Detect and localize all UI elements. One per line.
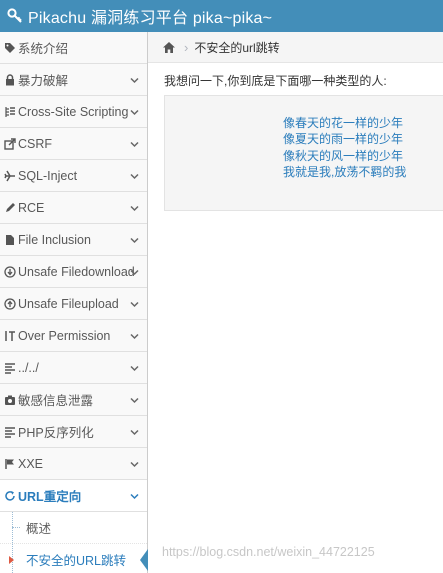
sidebar-item-file-inclusion[interactable]: File Inclusion	[0, 224, 147, 256]
plane-icon	[3, 169, 16, 182]
sidebar-item-unsafe-filedownload[interactable]: Unsafe Filedownload	[0, 256, 147, 288]
sidebar-item-label: Cross-Site Scripting	[18, 104, 129, 119]
submenu-item-unsafe-url-redirect[interactable]: 不安全的URL跳转	[0, 544, 148, 573]
sidebar-item-url-redirect[interactable]: URL重定向	[0, 480, 147, 512]
answer-link[interactable]: 像夏天的雨一样的少年	[283, 131, 443, 147]
camera-icon	[3, 393, 16, 406]
question-text: 我想问一下,你到底是下面哪一种类型的人:	[164, 74, 387, 88]
align-left-icon	[3, 425, 16, 438]
list-tree-icon	[3, 105, 16, 118]
sidebar-item-label: XXE	[18, 456, 44, 471]
sidebar-item-info-leak[interactable]: 敏感信息泄露	[0, 384, 147, 416]
answer-box: 像春天的花一样的少年 像夏天的雨一样的少年 像秋天的风一样的少年 我就是我,放荡…	[164, 95, 443, 211]
caret-right-icon	[9, 556, 14, 564]
chevron-down-icon	[130, 173, 139, 179]
flag-icon	[3, 457, 16, 470]
sidebar-item-php-unserialize[interactable]: PHP反序列化	[0, 416, 147, 448]
align-left-icon	[3, 361, 16, 374]
chevron-down-icon	[130, 109, 139, 115]
sidebar-item-label: RCE	[18, 200, 45, 215]
answer-link[interactable]: 像秋天的风一样的少年	[283, 148, 443, 164]
chevron-down-icon	[130, 77, 139, 83]
sidebar-item-csrf[interactable]: CSRF	[0, 128, 147, 160]
sidebar-item-over-permission[interactable]: Over Permission	[0, 320, 147, 352]
chevron-down-icon	[130, 301, 139, 307]
watermark: https://blog.csdn.net/weixin_44722125	[162, 545, 375, 559]
active-pointer-icon	[140, 549, 148, 571]
chevron-down-icon	[130, 269, 139, 275]
upload-icon	[3, 297, 16, 310]
sidebar-item-label: URL重定向	[18, 490, 82, 504]
submenu-item-label: 概述	[26, 522, 52, 536]
answer-link[interactable]: 像春天的花一样的少年	[283, 115, 443, 131]
sidebar-item-label: Over Permission	[18, 328, 111, 343]
file-icon	[3, 233, 16, 246]
chevron-down-icon	[130, 365, 139, 371]
download-icon	[3, 265, 16, 278]
chevron-down-icon	[130, 141, 139, 147]
sidebar-item-xss[interactable]: Cross-Site Scripting	[0, 96, 147, 128]
submenu-item-overview[interactable]: 概述	[0, 512, 147, 544]
sidebar-item-label: PHP反序列化	[18, 426, 94, 440]
sidebar-item-bruteforce[interactable]: 暴力破解	[0, 64, 147, 96]
sidebar-item-label: 系统介绍	[18, 42, 69, 56]
sidebar-item-dir-traversal[interactable]: ../../	[0, 352, 147, 384]
url-redirect-submenu: 概述 不安全的URL跳转	[0, 512, 148, 573]
chevron-right-icon: ›	[184, 39, 189, 55]
text-cursor-icon	[3, 329, 16, 342]
sidebar-item-label: Unsafe Filedownload	[18, 264, 135, 279]
chevron-down-icon	[130, 461, 139, 467]
key-icon	[6, 7, 24, 25]
chevron-down-icon	[130, 493, 139, 499]
main-content: 我想问一下,你到底是下面哪一种类型的人: 像春天的花一样的少年 像夏天的雨一样的…	[164, 72, 443, 211]
tree-line	[12, 527, 20, 528]
pencil-icon	[3, 201, 16, 214]
home-icon[interactable]	[162, 41, 176, 54]
sidebar-item-label: ../../	[18, 360, 39, 375]
sidebar-item-intro[interactable]: 系统介绍	[0, 32, 147, 64]
sidebar-item-label: Unsafe Fileupload	[18, 296, 119, 311]
refresh-icon	[3, 489, 16, 502]
tag-icon	[3, 41, 16, 54]
answer-link[interactable]: 我就是我,放荡不羁的我	[283, 164, 443, 180]
submenu-item-label: 不安全的URL跳转	[26, 554, 127, 568]
sidebar-item-label: 暴力破解	[18, 74, 69, 88]
sidebar-item-sqli[interactable]: SQL-Inject	[0, 160, 147, 192]
sidebar-item-unsafe-fileupload[interactable]: Unsafe Fileupload	[0, 288, 147, 320]
sidebar-item-label: 敏感信息泄露	[18, 394, 94, 408]
chevron-down-icon	[130, 205, 139, 211]
chevron-down-icon	[130, 397, 139, 403]
sidebar-item-xxe[interactable]: XXE	[0, 448, 147, 480]
brand-title[interactable]: Pikachu 漏洞练习平台 pika~pika~	[28, 4, 272, 28]
sidebar-item-label: CSRF	[18, 136, 53, 151]
chevron-down-icon	[130, 237, 139, 243]
top-navbar: Pikachu 漏洞练习平台 pika~pika~	[0, 0, 443, 32]
chevron-down-icon	[130, 333, 139, 339]
lock-icon	[3, 73, 16, 86]
sidebar-item-rce[interactable]: RCE	[0, 192, 147, 224]
chevron-down-icon	[130, 429, 139, 435]
sidebar-item-label: SQL-Inject	[18, 168, 78, 183]
breadcrumb-current: 不安全的url跳转	[194, 40, 280, 55]
share-icon	[3, 137, 16, 150]
sidebar-item-label: File Inclusion	[18, 232, 91, 247]
sidebar: 系统介绍 暴力破解 Cross-Site Scripting CSRF SQL-…	[0, 32, 148, 573]
breadcrumb: › 不安全的url跳转	[148, 32, 443, 63]
